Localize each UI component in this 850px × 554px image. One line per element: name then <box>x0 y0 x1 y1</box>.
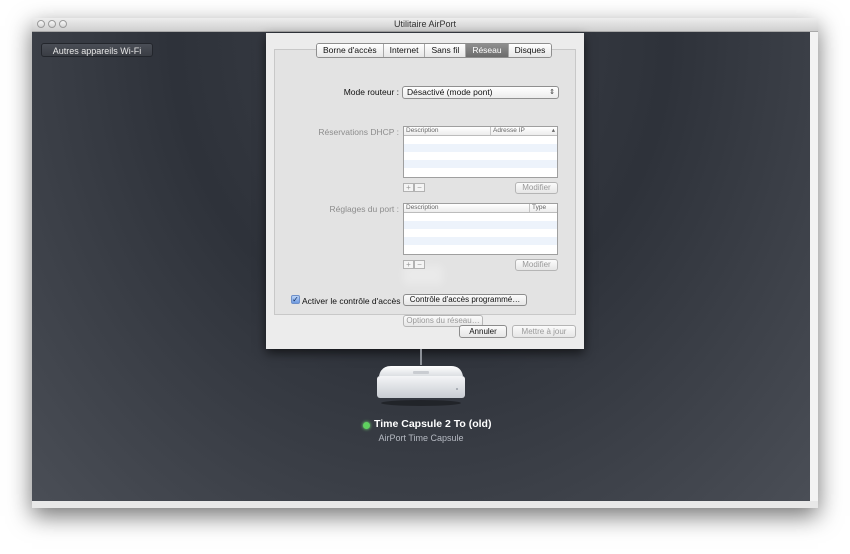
cancel-button[interactable]: Annuler <box>459 325 507 338</box>
table-row <box>404 213 557 221</box>
ports-add-button[interactable]: + <box>403 260 414 269</box>
table-row <box>404 168 557 176</box>
dhcp-add-button[interactable]: + <box>403 183 414 192</box>
router-mode-popup[interactable]: Désactivé (mode pont) ⇕ <box>402 86 559 99</box>
window-right-edge <box>810 32 818 501</box>
tab-base-station[interactable]: Borne d'accès <box>317 44 384 57</box>
sort-arrow-icon: ▴ <box>551 127 555 134</box>
router-mode-value: Désactivé (mode pont) <box>407 87 493 97</box>
device-model: AirPort Time Capsule <box>378 433 464 443</box>
checkmark-icon: ✓ <box>292 295 299 304</box>
router-mode-label: Mode routeur : <box>343 87 399 97</box>
ports-col-type[interactable]: Type <box>529 204 557 212</box>
settings-sheet: Mode routeur : Désactivé (mode pont) ⇕ R… <box>266 33 584 349</box>
dhcp-edit-button[interactable]: Modifier <box>515 182 558 194</box>
tab-disks[interactable]: Disques <box>508 44 552 57</box>
port-settings-label: Réglages du port : <box>329 204 399 214</box>
time-capsule-device-icon[interactable] <box>373 362 469 410</box>
network-panel: Mode routeur : Désactivé (mode pont) ⇕ R… <box>274 49 576 327</box>
ports-table-header: Description Type <box>404 204 557 213</box>
settings-tabs: Borne d'accès Internet Sans fil Réseau D… <box>316 43 553 58</box>
device-name[interactable]: Time Capsule 2 To (old) <box>374 418 491 430</box>
tab-network[interactable]: Réseau <box>466 44 509 57</box>
dhcp-col-description[interactable]: Description <box>404 127 490 135</box>
title-bar: Utilitaire AirPort <box>32 18 818 32</box>
ports-col-description[interactable]: Description <box>404 204 529 212</box>
other-wifi-devices-button[interactable]: Autres appareils Wi-Fi <box>41 43 153 57</box>
ports-edit-button[interactable]: Modifier <box>515 259 558 271</box>
ports-remove-button[interactable]: − <box>414 260 425 269</box>
tab-internet[interactable]: Internet <box>383 44 426 57</box>
tab-wireless[interactable]: Sans fil <box>425 44 467 57</box>
update-button[interactable]: Mettre à jour <box>512 325 576 338</box>
dhcp-remove-button[interactable]: − <box>414 183 425 192</box>
dhcp-reservations-table[interactable]: Description Adresse IP ▴ <box>403 126 558 178</box>
airport-utility-window: Utilitaire AirPort Autres appareils Wi-F… <box>32 18 818 508</box>
dhcp-col-ip-address[interactable]: Adresse IP ▴ <box>490 127 557 135</box>
window-bottom-bar <box>32 501 818 508</box>
table-row <box>404 245 557 253</box>
main-content: Autres appareils Wi-Fi Mode routeur : Dé… <box>32 32 810 501</box>
port-settings-table[interactable]: Description Type <box>403 203 558 255</box>
window-title: Utilitaire AirPort <box>393 19 456 29</box>
scheduled-access-control-button[interactable]: Contrôle d'accès programmé… <box>403 294 527 306</box>
popup-arrows-icon: ⇕ <box>549 89 555 96</box>
table-row <box>404 237 557 245</box>
table-row <box>404 136 557 144</box>
table-row <box>404 152 557 160</box>
status-indicator <box>363 422 370 429</box>
dhcp-reservations-label: Réservations DHCP : <box>318 127 399 137</box>
table-row <box>404 160 557 168</box>
access-control-checkbox[interactable]: ✓ <box>291 295 300 304</box>
table-row <box>404 229 557 237</box>
table-row <box>404 144 557 152</box>
dhcp-table-header: Description Adresse IP ▴ <box>404 127 557 136</box>
table-row <box>404 221 557 229</box>
access-control-label[interactable]: Activer le contrôle d'accès : <box>302 296 405 306</box>
